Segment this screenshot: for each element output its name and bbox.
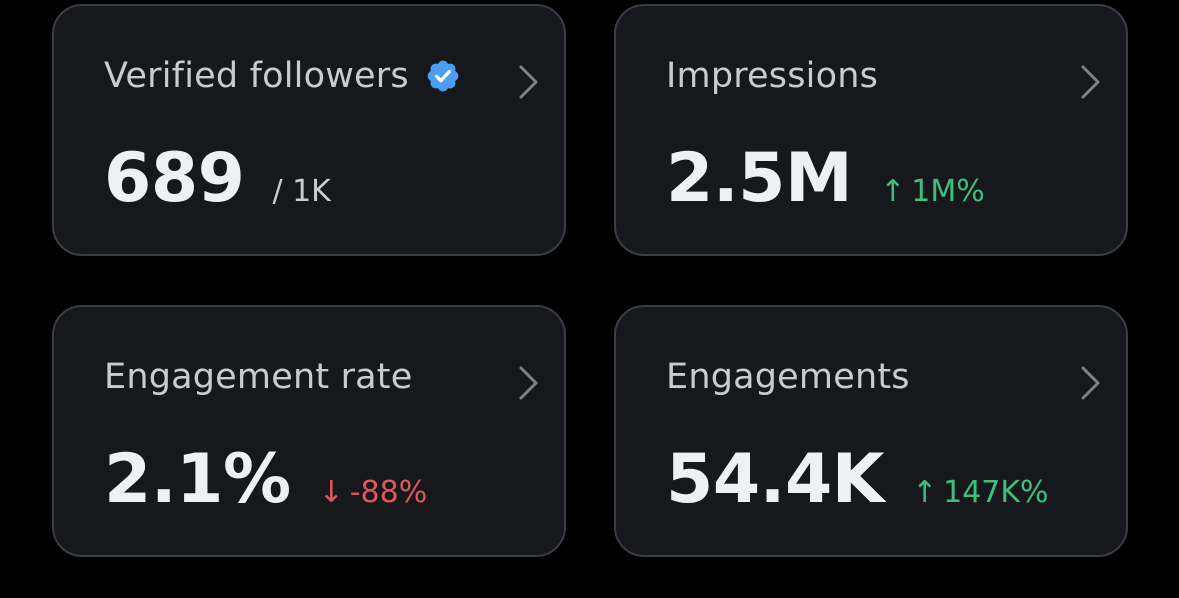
card-engagement-rate[interactable]: Engagement rate 2.1% ↓ -88%: [52, 305, 566, 557]
analytics-grid: Verified followers 689 / 1K Impressions …: [0, 0, 1179, 598]
metric-value: 2.5M: [666, 139, 853, 218]
metric-row: 2.5M ↑ 1M%: [666, 139, 985, 218]
metric-delta-value: -88%: [349, 475, 428, 510]
metric-row: 689 / 1K: [104, 139, 331, 218]
card-title: Verified followers: [104, 56, 461, 96]
chevron-right-icon: [1081, 366, 1100, 400]
metric-row: 2.1% ↓ -88%: [104, 440, 427, 519]
metric-delta: ↓ -88%: [319, 475, 428, 510]
arrow-up-icon: ↑: [880, 174, 906, 209]
card-title: Engagement rate: [104, 357, 412, 397]
card-engagements[interactable]: Engagements 54.4K ↑ 147K%: [614, 305, 1128, 557]
chevron-right-icon: [1081, 65, 1100, 99]
metric-target: / 1K: [272, 174, 331, 209]
card-title-label: Engagement rate: [104, 357, 413, 397]
chevron-right-icon: [519, 65, 538, 99]
metric-delta-value: 1M%: [911, 174, 985, 209]
arrow-down-icon: ↓: [318, 475, 344, 510]
metric-delta: ↑ 1M%: [880, 174, 985, 209]
card-title: Engagements: [666, 357, 910, 397]
card-title-label: Engagements: [666, 357, 910, 397]
metric-value: 54.4K: [666, 440, 884, 519]
card-title: Impressions: [666, 56, 878, 96]
metric-delta: ↑ 147K%: [912, 475, 1049, 510]
metric-value: 689: [104, 139, 245, 218]
card-title-label: Verified followers: [104, 56, 409, 96]
metric-delta-value: 147K%: [943, 475, 1049, 510]
card-verified-followers[interactable]: Verified followers 689 / 1K: [52, 4, 566, 256]
card-impressions[interactable]: Impressions 2.5M ↑ 1M%: [614, 4, 1128, 256]
metric-value: 2.1%: [104, 440, 291, 519]
verified-badge-icon: [427, 60, 459, 92]
chevron-right-icon: [519, 366, 538, 400]
arrow-up-icon: ↑: [911, 475, 938, 510]
card-title-label: Impressions: [666, 56, 879, 96]
metric-row: 54.4K ↑ 147K%: [666, 440, 1049, 519]
